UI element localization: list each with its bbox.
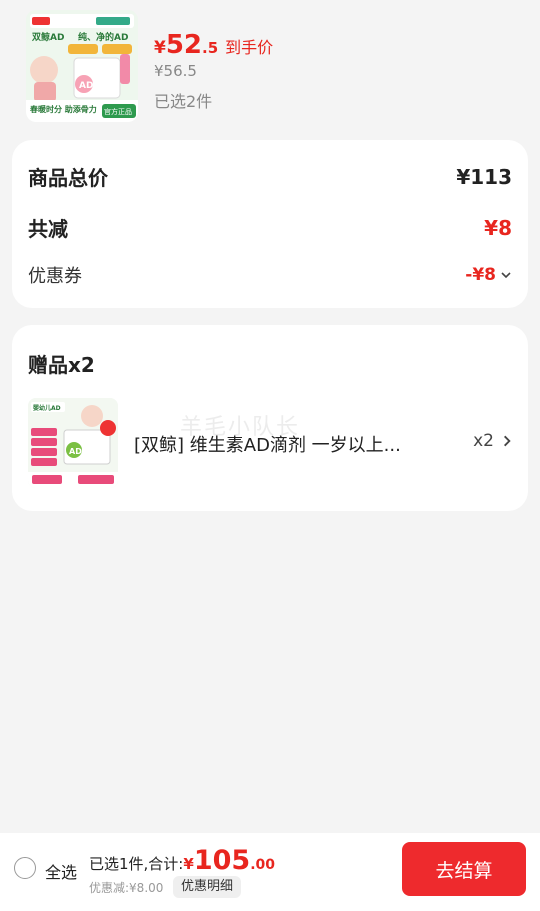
product-image[interactable]: 双鲸AD 纯、净的AD AD 春暖时分 助添骨力 官方正品 [26,10,138,122]
total-decimal: .00 [250,857,275,873]
gift-card: 赠品x2 羊毛小队长 婴幼儿AD AD [双鲸] 维生素AD滴剂 一岁以上...… [12,325,528,511]
svg-text:双鲸AD: 双鲸AD [32,31,64,43]
select-all-radio[interactable] [14,857,36,879]
total-reduce-label: 共减 [28,217,68,241]
original-price: ¥56.5 [154,62,197,80]
final-price: ¥ 52 .5 到手价 [154,30,273,60]
gift-qty-value: x2 [473,431,494,451]
gift-name[interactable]: [双鲸] 维生素AD滴剂 一岁以上... [134,431,434,457]
checkout-bar: 全选 已选1件,合计: ¥ 105 .00 优惠减:¥8.00 优惠明细 去结算 [0,833,540,911]
total-line: 已选1件,合计: ¥ 105 .00 [89,845,275,876]
currency-symbol: ¥ [154,38,166,58]
total-prefix: 已选1件,合计: [89,855,184,873]
svg-text:春暖时分 助添骨力: 春暖时分 助添骨力 [30,104,97,114]
price-tag: 到手价 [225,38,274,57]
total-price-value: ¥113 [456,164,512,189]
price-decimal: .5 [202,39,219,57]
selected-count: 已选2件 [154,92,213,111]
coupon-selector[interactable]: -¥8 [465,265,512,285]
svg-text:官方正品: 官方正品 [104,107,132,116]
svg-text:AD: AD [69,447,82,456]
total-price-row: 商品总价 ¥113 [28,162,512,191]
svg-text:AD: AD [79,81,93,91]
select-all-label[interactable]: 全选 [45,859,77,883]
discount-detail-button[interactable]: 优惠明细 [173,876,242,898]
price-summary-card: 商品总价 ¥113 共减 ¥8 优惠券 -¥8 [12,140,528,308]
total-integer: 105 [193,845,251,876]
total-reduce-row: 共减 ¥8 [28,213,512,242]
svg-text:婴幼儿AD: 婴幼儿AD [33,404,61,412]
price-integer: 52 [165,30,203,60]
total-price-label: 商品总价 [28,166,108,190]
svg-text:纯、净的AD: 纯、净的AD [78,31,128,43]
coupon-value: -¥8 [465,265,496,285]
coupon-label: 优惠券 [28,266,82,287]
gift-image[interactable]: 婴幼儿AD AD [28,398,118,488]
chevron-right-icon [504,435,511,447]
gift-title: 赠品x2 [28,353,95,377]
product-item: 双鲸AD 纯、净的AD AD 春暖时分 助添骨力 官方正品 ¥ 52 .5 到手… [0,0,540,130]
gift-quantity[interactable]: x2 [473,431,514,451]
checkout-button[interactable]: 去结算 [402,842,526,896]
chevron-down-icon [501,272,511,279]
discount-text: 优惠减:¥8.00 [89,881,164,895]
total-reduce-value: ¥8 [484,215,512,240]
total-currency: ¥ [183,855,194,873]
coupon-row[interactable]: 优惠券 -¥8 [28,262,512,288]
